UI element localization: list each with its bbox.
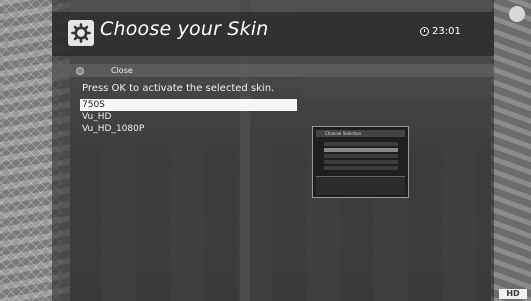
channel-logo xyxy=(509,6,525,22)
preview-row xyxy=(324,160,398,164)
preview-info-bar xyxy=(316,176,405,195)
clock-icon xyxy=(420,27,429,36)
gear-icon xyxy=(68,20,94,46)
skin-preview: Channel Selection xyxy=(312,126,409,198)
page-title: Choose your Skin xyxy=(100,18,269,40)
preview-row xyxy=(324,142,398,146)
clock-time: 23:01 xyxy=(432,26,461,37)
preview-title: Channel Selection xyxy=(316,130,405,137)
preview-row xyxy=(324,166,398,170)
close-label: Close xyxy=(111,66,133,75)
preview-row xyxy=(324,148,398,152)
skin-list: 750S Vu_HD Vu_HD_1080P xyxy=(80,99,297,135)
stands-right xyxy=(491,0,531,301)
preview-row xyxy=(324,154,398,158)
instruction-text: Press OK to activate the selected skin. xyxy=(82,83,275,94)
close-button[interactable]: Close xyxy=(52,64,494,77)
skin-item-vu-hd-1080p[interactable]: Vu_HD_1080P xyxy=(80,123,297,135)
clock: 23:01 xyxy=(420,26,461,37)
red-key-icon xyxy=(76,66,84,75)
skin-item-vu-hd[interactable]: Vu_HD xyxy=(80,111,297,123)
skin-item-750s[interactable]: 750S xyxy=(80,99,297,111)
hd-badge: HD xyxy=(499,289,527,299)
